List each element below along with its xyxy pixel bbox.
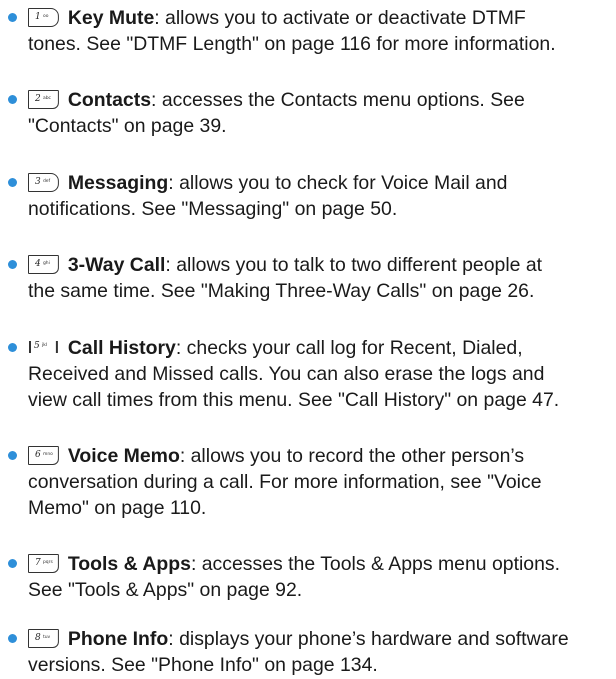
- item-line: 2 abc Contacts: accesses the Contacts menu…: [28, 87, 614, 113]
- key-7-icon: 7 pqrs: [28, 554, 59, 573]
- key-5-icon: 5 jkl: [28, 338, 59, 357]
- item-line: tones. See "DTMF Length" on page 116 for…: [28, 33, 556, 55]
- item-line: versions. See "Phone Info" on page 134.: [28, 654, 378, 676]
- item-line: 5 jkl Call History: checks your call log f…: [28, 335, 614, 361]
- item-term: Voice Memo: [67, 445, 180, 467]
- item-line: Memo" on page 110.: [28, 497, 207, 519]
- item-line: conversation during a call. For more inf…: [28, 471, 542, 493]
- item-line: view call times from this menu. See "Cal…: [28, 389, 560, 411]
- item-text: : allows you to activate or deactivate D…: [154, 7, 526, 29]
- bullet-icon: [8, 559, 17, 568]
- key-3-icon: 3 def: [28, 173, 59, 192]
- item-line: See "Tools & Apps" on page 92.: [28, 579, 303, 601]
- item-term: Call History: [67, 337, 176, 359]
- key-2-icon: 2 abc: [28, 90, 59, 109]
- item-term: Key Mute: [67, 7, 155, 29]
- item-text: : allows you to talk to two different pe…: [165, 254, 543, 276]
- item-text: : checks your call log for Recent, Diale…: [175, 337, 523, 359]
- item-line: notifications. See "Messaging" on page 5…: [28, 198, 398, 220]
- bullet-icon: [8, 178, 17, 187]
- item-line: 6 mno Voice Memo: allows you to record the…: [28, 443, 614, 469]
- item-term: 3-Way Call: [67, 254, 166, 276]
- item-text: : allows you to record the other person’…: [179, 445, 525, 467]
- item-term: Phone Info: [67, 628, 169, 650]
- bullet-icon: [8, 95, 17, 104]
- item-line: 7 pqrs Tools & Apps: accesses the Tools & …: [28, 551, 614, 577]
- item-term: Messaging: [67, 172, 169, 194]
- item-line: 3 def Messaging: allows you to check for V…: [28, 170, 614, 196]
- item-line: 8 tuv Phone Info: displays your phone’s ha…: [28, 626, 614, 652]
- item-term: Tools & Apps: [67, 553, 191, 575]
- item-line: the same time. See "Making Three-Way Cal…: [28, 280, 535, 302]
- bullet-icon: [8, 260, 17, 269]
- item-text: : allows you to check for Voice Mail and: [168, 172, 508, 194]
- bullet-icon: [8, 634, 17, 643]
- bullet-icon: [8, 451, 17, 460]
- item-line: Received and Missed calls. You can also …: [28, 363, 545, 385]
- item-line: "Contacts" on page 39.: [28, 115, 227, 137]
- item-text: : accesses the Tools & Apps menu options…: [190, 553, 561, 575]
- item-line: 1 oo Key Mute: allows you to activate or d…: [28, 5, 614, 31]
- item-line: 4 ghi 3-Way Call: allows you to talk to tw…: [28, 252, 614, 278]
- key-1-icon: 1 oo: [28, 8, 59, 27]
- menu-option-list: 1 oo Key Mute: allows you to activate or d…: [0, 0, 616, 679]
- item-text: : accesses the Contacts menu options. Se…: [151, 89, 525, 111]
- key-6-icon: 6 mno: [28, 446, 59, 465]
- bullet-icon: [8, 343, 17, 352]
- bullet-icon: [8, 13, 17, 22]
- key-4-icon: 4 ghi: [28, 255, 59, 274]
- key-8-icon: 8 tuv: [28, 629, 59, 648]
- item-text: : displays your phone’s hardware and sof…: [168, 628, 569, 650]
- item-term: Contacts: [67, 89, 152, 111]
